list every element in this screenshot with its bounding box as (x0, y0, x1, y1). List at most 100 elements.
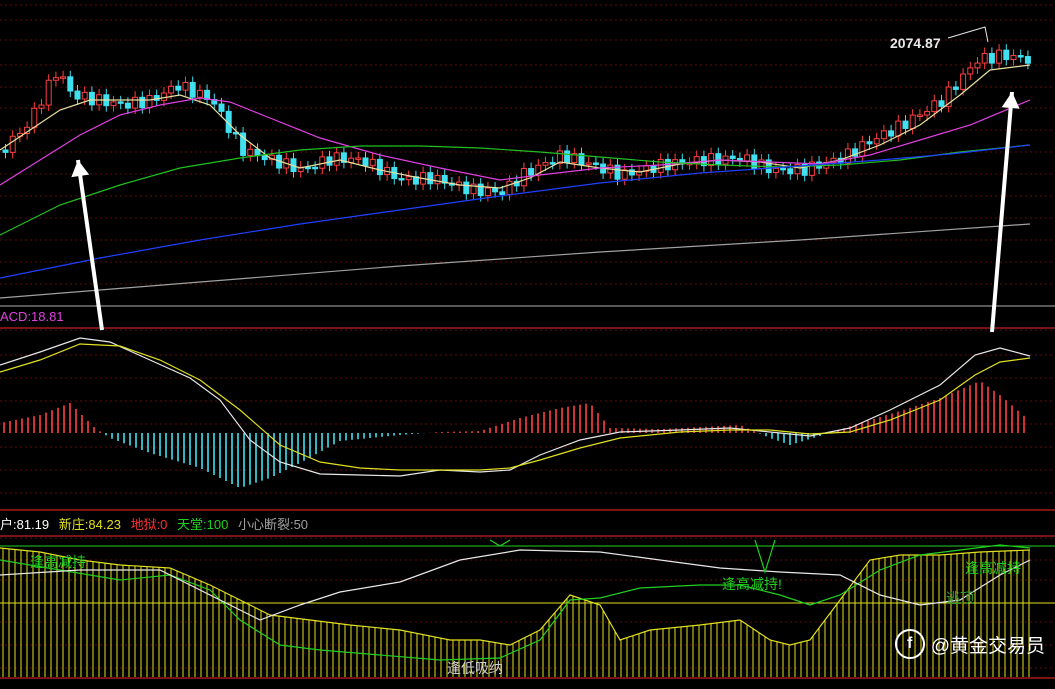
candle-body (477, 183, 484, 197)
candle-body (398, 178, 405, 181)
candle-body (902, 120, 909, 129)
candle-body (564, 150, 571, 164)
annotation-3: 逢高减持 (965, 560, 1021, 576)
indicator-value-diyu: 地狱:0 (130, 517, 168, 532)
candle-body (124, 102, 131, 109)
candle-body (132, 96, 139, 109)
indicator-white-line (0, 549, 1031, 621)
candle-body (931, 100, 938, 113)
candle-body (60, 76, 67, 79)
candle-body (1024, 56, 1031, 64)
candle-body (880, 130, 887, 140)
candle-body (434, 175, 441, 185)
candle-body (427, 172, 434, 185)
candle-body (189, 82, 196, 98)
candle-body (1017, 55, 1024, 58)
arrow-right-icon (990, 91, 1014, 333)
candle-body (895, 120, 902, 137)
candle-body (542, 162, 549, 166)
indicator-spike (754, 539, 776, 575)
macd-label: ACD:18.81 (0, 309, 64, 324)
candle-body (160, 92, 167, 101)
candle-body (484, 187, 491, 197)
candle-body (110, 101, 117, 107)
candle-body (326, 156, 333, 166)
candle-body (261, 155, 268, 161)
candle-body (175, 85, 182, 91)
candle-body (585, 162, 592, 166)
candle-body (506, 180, 513, 195)
watermark-text: @黄金交易员 (930, 635, 1045, 657)
candle-body (974, 62, 981, 69)
ma-fast-line (0, 64, 1031, 189)
candle-body (463, 181, 470, 195)
candle-body (592, 162, 599, 165)
candle-body (405, 176, 412, 181)
annotation-4: 逃顶 (946, 590, 974, 606)
candle-body (549, 162, 556, 165)
candle-body (967, 67, 974, 75)
candle-body (873, 138, 880, 145)
annotation-5: 逢低吸纳 (447, 660, 503, 676)
candle-body (247, 148, 254, 156)
candle-body (355, 157, 362, 160)
candle-body (729, 155, 736, 159)
candle-body (744, 154, 751, 162)
indicator-value-xinzhuang: 新庄:84.23 (58, 517, 121, 532)
candle-body (1010, 55, 1017, 60)
indicator-spike (489, 539, 511, 547)
candle-body (916, 114, 923, 117)
ma-longest-line (0, 223, 1031, 299)
candle-body (319, 156, 326, 169)
candle-body (196, 89, 203, 98)
candle-body (67, 76, 74, 92)
candle-body (218, 103, 225, 112)
indicator-header: 户:81.19 新庄:84.23 地狱:0 天堂:100 小心断裂:50 (0, 514, 314, 533)
candle-body (859, 141, 866, 157)
candle-body (988, 52, 995, 64)
candle-body (866, 141, 873, 145)
candle-body (31, 107, 38, 128)
candle-body (146, 95, 153, 109)
annotation-2: 逢高减持! (722, 576, 782, 592)
candle-body (304, 166, 311, 170)
candle-body (2, 149, 9, 153)
indicator-value-tiantang: 天堂:100 (177, 517, 229, 532)
candle-body (787, 168, 794, 175)
candle-body (780, 167, 787, 171)
candle-body (952, 86, 959, 90)
candle-body (9, 135, 16, 153)
candle-body (376, 158, 383, 176)
candle-body (909, 114, 916, 129)
candle-body (924, 111, 931, 116)
candle-body (708, 153, 715, 167)
price-high-label: 2074.87 (890, 35, 941, 51)
candle-body (715, 153, 722, 165)
macd-histogram (3, 382, 1025, 487)
indicator-envelope-line (0, 547, 1031, 646)
candle-body (81, 91, 88, 100)
candle-body (74, 90, 81, 100)
candle-body (52, 77, 59, 81)
candle-body (981, 52, 988, 64)
chart-canvas (0, 4, 1055, 679)
candle-body (168, 85, 175, 94)
ma-slow-line (0, 144, 1031, 236)
candle-body (38, 104, 45, 109)
indicator-value-hu: 户:81.19 (0, 517, 50, 532)
candle-body (369, 158, 376, 167)
candle-body (139, 96, 146, 109)
candle-body (492, 187, 499, 193)
annotation-1: 逢高减持 (30, 554, 86, 570)
candle-body (528, 168, 535, 176)
candle-body (938, 100, 945, 107)
candle-body (312, 166, 319, 170)
candle-body (88, 91, 95, 106)
arrow-right-icon-head (1001, 92, 1020, 109)
watermark: f @黄金交易员 (894, 629, 1045, 659)
candle-body (45, 79, 52, 106)
candle-body (996, 49, 1003, 64)
candle-body (1003, 49, 1010, 60)
candle-body (499, 191, 506, 195)
candle-body (960, 73, 967, 90)
